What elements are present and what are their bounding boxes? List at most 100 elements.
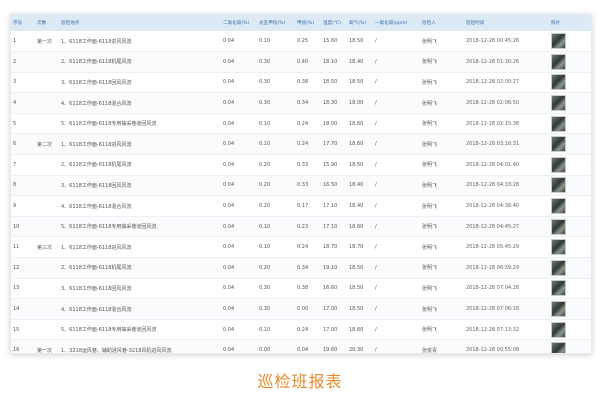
cell-co2: 0.04 [221,92,257,114]
cell-inspector: 张明飞 [420,257,464,279]
cell-ch4-optical: 0.20 [257,195,295,217]
table-row[interactable]: 14 4、6118工作面-6118混合风流 0.04 0.30 0.00 17.00 18.… [11,298,591,320]
cell-co2: 0.04 [221,72,257,94]
table-row[interactable]: 4 4、6118工作面-6118混合风流 0.04 0.30 0.34 18.30 18.0… [11,92,591,114]
cell-o2: 18.40 [347,51,373,73]
cell-time: 2018-12-28 02:00:27 [464,72,549,94]
cell-photo [549,278,591,300]
table-row[interactable]: 1 第一次 1、6118工作面-6118进风风流 0.04 0.10 0.25 15.60 1… [11,31,591,53]
photo-thumbnail[interactable] [551,74,566,91]
cell-ch4-optical: 0.10 [257,216,295,238]
cell-no: 1 [11,31,35,53]
report-caption: 巡检班报表 [257,372,343,391]
cell-co2: 0.04 [221,257,257,279]
table-row[interactable]: 2 2、6118工作面-6118机尾风流 0.04 0.30 0.40 18.10 18.4… [11,51,591,73]
cell-no: 6 [11,133,35,156]
cell-round: 第一次 [35,31,59,53]
cell-temperature: 18.00 [321,113,347,135]
cell-no: 10 [11,216,35,238]
cell-ch4: 0.33 [295,175,321,197]
cell-round [35,72,59,94]
cell-location: 2、6118工作面-6118机尾风流 [59,51,221,73]
cell-photo [549,319,591,341]
table-row[interactable]: 3 3、6118工作面-6118回风风流 0.04 0.30 0.38 18.50 18.5… [11,72,591,94]
photo-thumbnail[interactable] [551,342,566,353]
cell-o2: 18.50 [347,72,373,94]
cell-o2: 18.40 [347,195,373,217]
cell-o2: 18.60 [347,319,373,341]
photo-thumbnail[interactable] [551,95,566,112]
photo-thumbnail[interactable] [551,198,566,215]
cell-round [35,195,59,217]
cell-inspector: 张明飞 [420,319,464,341]
cell-round [35,298,59,320]
cell-time: 2018-12-28 04:33:28 [464,175,549,197]
cell-no: 13 [11,278,35,300]
cell-o2: 18.50 [347,298,373,320]
cell-o2: 18.00 [347,92,373,114]
cell-ch4-optical: 0.30 [257,298,295,320]
cell-location: 2、6118工作面-6118机尾风流 [59,257,221,279]
cell-no: 16 [11,339,35,353]
cell-round [35,175,59,197]
cell-inspector: 张明飞 [420,298,464,320]
cell-ch4: 0.00 [295,298,321,320]
cell-ch4-optical: 0.20 [257,175,295,197]
photo-thumbnail[interactable] [551,280,566,297]
cell-no: 7 [11,154,35,176]
table-row[interactable]: 13 3、6118工作面-6118回风风流 0.04 0.30 0.38 16.60 18.… [11,278,591,300]
cell-round: 第一次 [35,339,59,353]
cell-o2: 18.50 [347,31,373,53]
cell-ch4: 0.34 [295,257,321,279]
photo-thumbnail[interactable] [551,156,566,173]
cell-location: 5、6118工作面-6118专用抽采巷道回风流 [59,319,221,341]
cell-ch4: 0.24 [295,133,321,156]
cell-co2: 0.04 [221,216,257,238]
photo-thumbnail[interactable] [551,218,566,235]
cell-photo [549,133,591,156]
cell-o2: 18.60 [347,133,373,156]
photo-thumbnail[interactable] [551,259,566,276]
cell-ch4-optical: 0.10 [257,113,295,135]
cell-ch4-optical: 0.20 [257,257,295,279]
cell-ch4: 0.24 [295,319,321,341]
table-row[interactable]: 12 2、6118工作面-6118机尾风流 0.04 0.20 0.34 19.10 18.… [11,257,591,279]
table-row[interactable]: 7 2、6118工作面-6118机尾风流 0.04 0.20 0.33 15.90 18.5… [11,154,591,176]
cell-round [35,257,59,279]
cell-location: 1、6118工作面-6118进风风流 [59,133,221,156]
photo-thumbnail[interactable] [551,321,566,338]
cell-co: / [373,154,420,176]
table-row[interactable]: 11 第三次 1、6118工作面-6118进风风流 0.04 0.10 0.24 18.70… [11,236,591,259]
cell-ch4-optical: 0.10 [257,319,295,341]
cell-photo [549,92,591,114]
cell-time: 2018-12-28 02:06:50 [464,92,549,114]
table-row[interactable]: 9 4、6118工作面-6118混合风流 0.04 0.20 0.17 17.10 18.4… [11,195,591,217]
table-row[interactable]: 8 3、6118工作面-6118回风风流 0.04 0.20 0.33 16.50 18.4… [11,175,591,197]
photo-thumbnail[interactable] [551,33,566,50]
table-row[interactable]: 10 5、6118工作面-6118专用抽采巷道回风流 0.04 0.10 0.23 17.… [11,216,591,238]
table-row[interactable]: 15 5、6118工作面-6118专用抽采巷道回风流 0.04 0.10 0.24 17.… [11,319,591,341]
table-row[interactable]: 16 第一次 1、3218运风巷、辅助进风巷-3218风机进风风流 0.04 0.00 0… [11,339,591,353]
cell-photo [549,154,591,176]
cell-ch4-optical: 0.20 [257,154,295,176]
photo-thumbnail[interactable] [551,115,566,132]
cell-time: 2018-12-28 00:45:26 [464,31,549,53]
cell-co: / [373,236,420,259]
cell-temperature: 16.60 [321,278,347,300]
table-row[interactable]: 6 第二次 1、6118工作面-6118进风风流 0.04 0.10 0.24 17.70 1… [11,133,591,156]
col-header-ch4: 甲烷(%) [297,21,315,26]
photo-thumbnail[interactable] [551,177,566,194]
cell-no: 11 [11,236,35,259]
cell-time: 2018-12-28 04:36:40 [464,195,549,217]
col-header-photo: 照片 [551,21,561,26]
cell-photo [549,31,591,53]
cell-no: 4 [11,92,35,114]
photo-thumbnail[interactable] [551,136,566,153]
cell-time: 2018-12-28 06:39:29 [464,257,549,279]
photo-thumbnail[interactable] [551,301,566,318]
cell-temperature: 17.00 [321,298,347,320]
photo-thumbnail[interactable] [551,53,566,70]
cell-photo [549,339,591,353]
table-row[interactable]: 5 5、6118工作面-6118专用抽采巷道回风流 0.04 0.10 0.24 18.0… [11,113,591,135]
photo-thumbnail[interactable] [551,239,566,256]
